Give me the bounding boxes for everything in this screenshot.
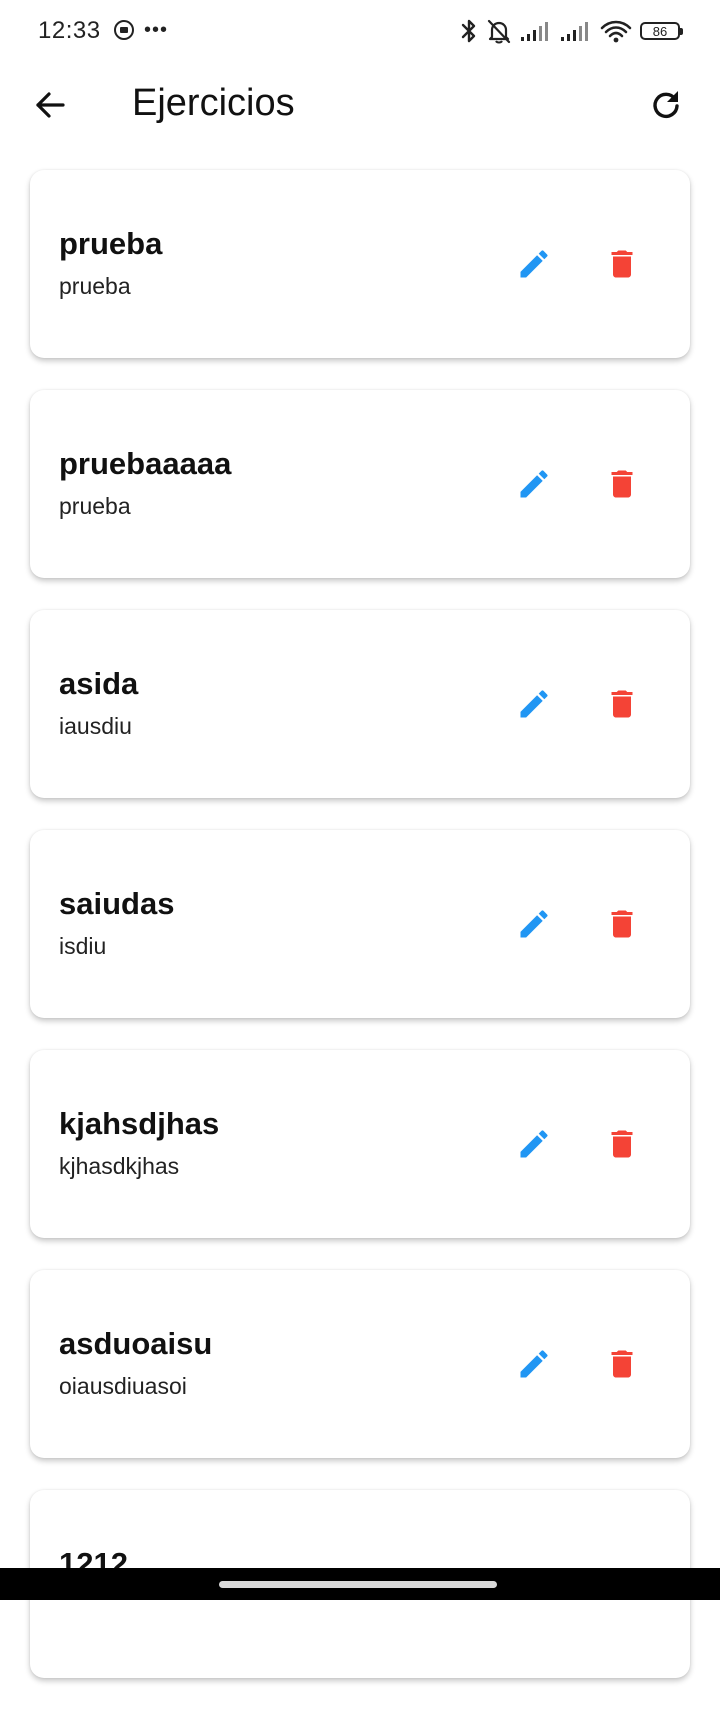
exercise-name: asduoaisu: [59, 1326, 213, 1361]
refresh-icon: [653, 91, 679, 119]
trash-icon: [611, 1130, 633, 1158]
pencil-icon: [520, 910, 548, 938]
status-left-icons: •••: [114, 20, 168, 40]
exercise-name: prueba: [59, 226, 163, 261]
status-right-icons: 86: [460, 18, 683, 44]
exercise-name: asida: [59, 666, 139, 701]
exercise-card[interactable]: pruebaaaaa prueba: [30, 390, 690, 578]
edit-button[interactable]: [510, 1340, 558, 1388]
app-bar: Ejercicios: [0, 66, 720, 144]
page-title: Ejercicios: [132, 82, 295, 124]
pencil-icon: [520, 690, 548, 718]
exercise-description: kjhasdkjhas: [59, 1153, 180, 1179]
edit-button[interactable]: [510, 240, 558, 288]
exercise-description: iausdiu: [59, 713, 132, 739]
pencil-icon: [520, 1350, 548, 1378]
exercise-description: prueba: [59, 493, 131, 519]
status-bar: 12:33 ••• 86: [0, 0, 720, 66]
bluetooth-icon: [461, 19, 476, 43]
delete-button[interactable]: [598, 1120, 646, 1168]
back-button[interactable]: [28, 83, 72, 127]
delete-button[interactable]: [598, 460, 646, 508]
wifi-icon: [600, 20, 632, 43]
delete-button[interactable]: [598, 900, 646, 948]
bell-muted-icon: [487, 19, 511, 44]
exercise-card[interactable]: asduoaisu oiausdiuasoi: [30, 1270, 690, 1458]
refresh-button[interactable]: [644, 83, 688, 127]
screen-record-icon: [114, 20, 134, 40]
exercise-card[interactable]: prueba prueba: [30, 170, 690, 358]
exercise-name: saiudas: [59, 886, 175, 921]
status-time: 12:33: [38, 17, 101, 44]
delete-button[interactable]: [598, 1340, 646, 1388]
exercise-name: pruebaaaaa: [59, 446, 232, 481]
edit-button[interactable]: [510, 1120, 558, 1168]
edit-button[interactable]: [510, 900, 558, 948]
signal-icon: [561, 22, 588, 41]
trash-icon: [611, 470, 633, 498]
battery-icon: 86: [640, 22, 683, 40]
exercise-description: isdiu: [59, 933, 107, 959]
exercise-card[interactable]: kjahsdjhas kjhasdkjhas: [30, 1050, 690, 1238]
battery-level: 86: [652, 23, 668, 39]
exercise-card[interactable]: asida iausdiu: [30, 610, 690, 798]
exercise-name: kjahsdjhas: [59, 1106, 220, 1141]
exercise-list: prueba prueba pruebaaaaa prueba asida iausdiu…: [30, 170, 690, 1710]
edit-button[interactable]: [510, 680, 558, 728]
delete-button[interactable]: [598, 240, 646, 288]
edit-button[interactable]: [510, 460, 558, 508]
exercise-description: oiausdiuasoi: [59, 1373, 187, 1399]
signal-icon: [521, 22, 548, 41]
pencil-icon: [520, 1130, 548, 1158]
exercise-card[interactable]: saiudas isdiu: [30, 830, 690, 1018]
trash-icon: [611, 1350, 633, 1378]
pencil-icon: [520, 250, 548, 278]
pencil-icon: [520, 470, 548, 498]
more-dots-icon: •••: [144, 19, 169, 41]
arrow-left-icon: [36, 92, 65, 118]
delete-button[interactable]: [598, 680, 646, 728]
trash-icon: [611, 250, 633, 278]
trash-icon: [611, 910, 633, 938]
home-gesture-handle[interactable]: [219, 1581, 497, 1588]
exercise-description: prueba: [59, 273, 131, 299]
system-nav-bar: [0, 1568, 720, 1600]
trash-icon: [611, 690, 633, 718]
